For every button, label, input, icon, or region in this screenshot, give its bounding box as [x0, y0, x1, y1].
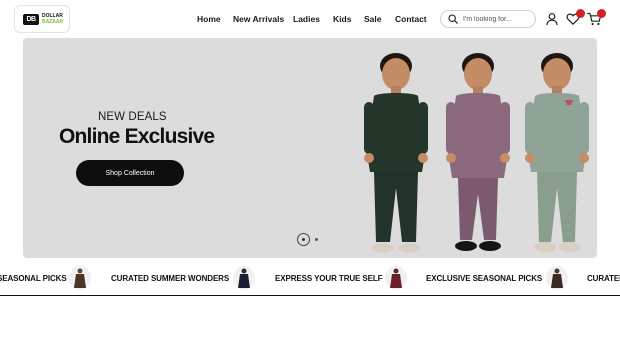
- nav-sale[interactable]: Sale: [364, 14, 382, 24]
- hero-banner: NEW DEALS Online Exclusive Shop Collecti…: [23, 38, 597, 258]
- hero-model-image: [525, 53, 589, 252]
- search-icon: [448, 14, 458, 24]
- site-header: DB DOLLAR BAZAAR Home New Arrivals Ladie…: [0, 0, 620, 38]
- marquee-item: CURATED: [587, 274, 620, 283]
- marquee-item: CURATED SUMMER WONDERS: [111, 274, 230, 283]
- cart-button[interactable]: [587, 9, 606, 28]
- logo-line2: BAZAAR: [42, 19, 64, 25]
- nav-kids[interactable]: Kids: [333, 14, 351, 24]
- marquee-item: EXPRESS YOUR TRUE SELF: [275, 274, 383, 283]
- slider-dot[interactable]: [315, 238, 318, 241]
- nav-ladies[interactable]: Ladies: [293, 14, 320, 24]
- hero-subtitle: NEW DEALS: [98, 111, 167, 123]
- cart-badge: [597, 9, 606, 18]
- marquee-thumb-image: [69, 266, 91, 290]
- slider-dot-active[interactable]: [297, 233, 310, 246]
- wishlist-badge: [576, 9, 585, 18]
- search-box[interactable]: [440, 10, 536, 28]
- marquee-thumb-image: [385, 266, 407, 290]
- logo-mark: DB: [23, 13, 39, 25]
- search-input[interactable]: [463, 15, 533, 23]
- hero-model-image: [364, 53, 428, 253]
- slider-dots: [297, 233, 318, 246]
- wishlist-button[interactable]: [566, 9, 585, 28]
- marquee-item: EXCLUSIVE SEASONAL PICKS: [426, 274, 543, 283]
- marquee-thumb-image: [546, 266, 568, 290]
- brand-logo[interactable]: DB DOLLAR BAZAAR: [14, 5, 70, 33]
- nav-home[interactable]: Home: [197, 14, 221, 24]
- hero-title: Online Exclusive: [59, 125, 215, 148]
- announcement-marquee: SEASONAL PICKS CURATED SUMMER WONDERS EX…: [0, 262, 620, 296]
- marquee-item: SEASONAL PICKS: [0, 274, 67, 283]
- marquee-thumb-image: [233, 266, 255, 290]
- nav-new-arrivals[interactable]: New Arrivals: [233, 14, 284, 24]
- nav-contact[interactable]: Contact: [395, 14, 427, 24]
- shop-collection-button[interactable]: Shop Collection: [76, 160, 184, 186]
- hero-model-image: [446, 53, 510, 251]
- user-icon[interactable]: [545, 12, 559, 26]
